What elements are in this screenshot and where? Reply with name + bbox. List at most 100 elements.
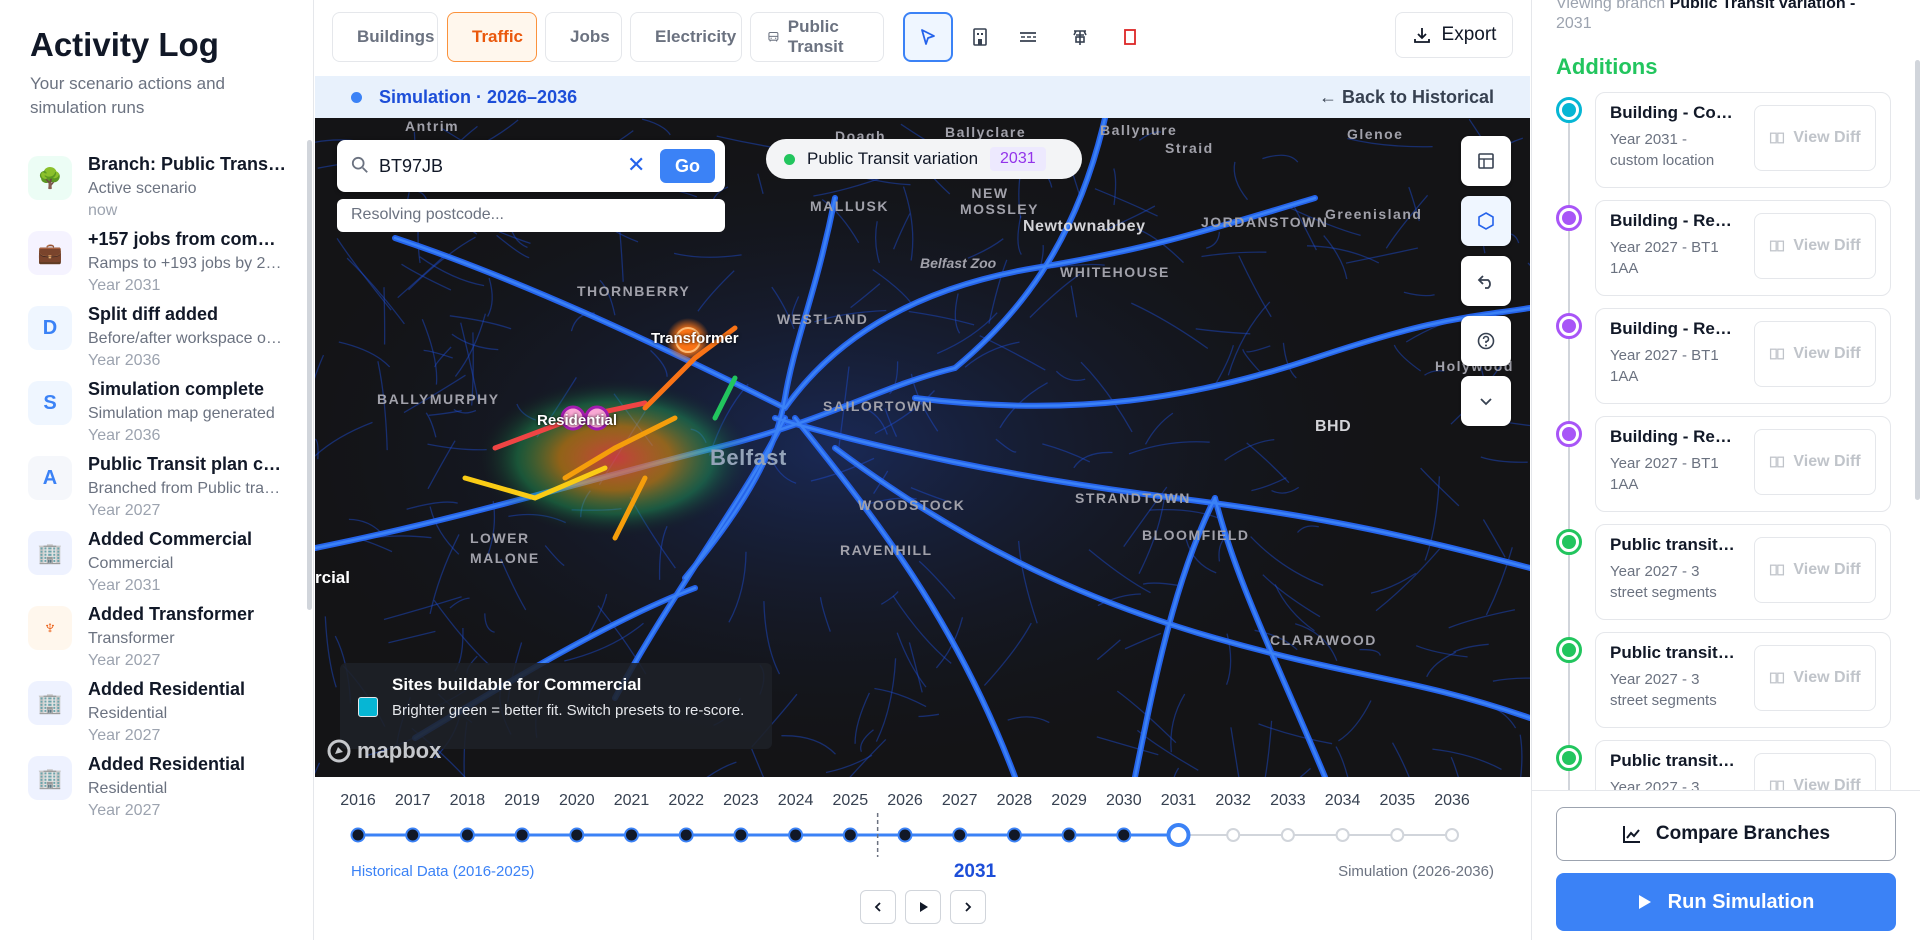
addition-card[interactable]: Building - Residential Year 2027 - BT1 1A… xyxy=(1595,416,1891,512)
play-button[interactable] xyxy=(905,890,941,924)
road-tool[interactable] xyxy=(1003,12,1053,62)
map-place-label: Antrim xyxy=(405,118,460,134)
activity-log-item-time: now xyxy=(88,202,118,219)
activity-log-item-desc: Branched from Public transit xyxy=(88,480,288,497)
delete-tool[interactable] xyxy=(1105,12,1155,62)
undo-map-button[interactable] xyxy=(1461,256,1511,306)
select-tool[interactable] xyxy=(903,12,953,62)
letter-d-icon: D xyxy=(28,306,72,350)
addition-card[interactable]: Building - Commercial Year 2031 - custom … xyxy=(1595,92,1891,188)
postcode-search-input[interactable] xyxy=(379,150,619,182)
main-area: Buildings Traffic Jobs Electricity Public Tr… xyxy=(315,0,1530,940)
timeline-year-dot[interactable] xyxy=(733,827,749,843)
timeline-year-dot[interactable] xyxy=(1116,827,1132,843)
view-diff-label: View Diff xyxy=(1793,453,1861,470)
timeline-year-dot[interactable] xyxy=(897,827,913,843)
view-diff-button[interactable]: View Diff xyxy=(1754,321,1876,387)
building-icon xyxy=(973,28,987,46)
activity-log-item-title: Added Residential xyxy=(88,679,246,699)
mapbox-logo[interactable]: mapbox xyxy=(327,738,441,764)
activity-log-item-desc: Simulation map generated xyxy=(88,405,275,422)
view-diff-button[interactable]: View Diff xyxy=(1754,537,1876,603)
addition-card[interactable]: Public transit route Year 2027 - 3 street… xyxy=(1595,632,1891,728)
map-place-label: Belfast xyxy=(710,445,787,470)
split-icon xyxy=(1770,456,1785,468)
map-view[interactable]: Antrim Doagh Ballyclare Ballynure Straid Glen… xyxy=(315,118,1530,777)
timeline-year-dot[interactable] xyxy=(514,827,530,843)
tab-traffic[interactable]: Traffic xyxy=(447,12,537,62)
tab-electricity[interactable]: Electricity xyxy=(630,12,742,62)
addition-dot-fill xyxy=(1562,751,1576,765)
timeline-year-dot[interactable] xyxy=(1061,827,1077,843)
map-legend: Sites buildable for Commercial Brighter … xyxy=(340,663,772,749)
chevron-down-icon xyxy=(1480,398,1492,406)
current-year-label: 2031 xyxy=(953,861,997,882)
office-building-icon: 🏢 xyxy=(28,531,72,575)
sidebar-scrollbar[interactable] xyxy=(307,140,312,610)
timeline-year-dot[interactable] xyxy=(788,827,804,843)
timeline-year-dot[interactable] xyxy=(1335,828,1350,842)
panel-scrollbar[interactable] xyxy=(1915,60,1920,500)
previous-year-button[interactable] xyxy=(860,890,896,924)
addition-timeline-dot xyxy=(1556,97,1582,123)
year-timeline: 2016 2017 2018 2019 2020 2021 2022 2023 2024 2025… xyxy=(315,777,1530,940)
timeline-current-handle[interactable] xyxy=(1166,823,1191,847)
tab-buildings[interactable]: Buildings xyxy=(332,12,438,62)
addition-desc: Year 2027 - BT1 1AA xyxy=(1610,239,1719,277)
help-map-button[interactable] xyxy=(1461,316,1511,366)
run-simulation-button[interactable]: Run Simulation xyxy=(1556,873,1896,931)
legend-swatch xyxy=(358,697,378,717)
activity-log-item-time: Year 2027 xyxy=(88,802,161,819)
transformer-tool[interactable] xyxy=(1055,12,1105,62)
timeline-year-dot[interactable] xyxy=(952,827,968,843)
table-map-button[interactable] xyxy=(1461,136,1511,186)
timeline-year-dot[interactable] xyxy=(569,827,585,843)
activity-log-item-title: Added Residential xyxy=(88,754,246,774)
activity-log-item-title: Simulation complete xyxy=(88,379,265,399)
timeline-year-dot[interactable] xyxy=(1226,828,1241,842)
timeline-year-dot[interactable] xyxy=(1445,828,1459,842)
activity-log-item-title: Added Transformer xyxy=(88,604,255,624)
map-place-label: Ballynure xyxy=(1100,122,1178,138)
map-place-label: CLARAWOOD xyxy=(1270,632,1377,648)
map-place-label: Ballyclare xyxy=(945,124,1027,140)
map-place-label: BLOOMFIELD xyxy=(1142,527,1250,543)
map-place-label: JORDANSTOWN xyxy=(1201,214,1329,230)
view-diff-label: View Diff xyxy=(1793,561,1861,578)
viewing-prefix: Viewing branch xyxy=(1556,0,1666,12)
next-year-button[interactable] xyxy=(950,890,986,924)
export-button[interactable]: Export xyxy=(1395,12,1513,58)
timeline-year-dot[interactable] xyxy=(1280,828,1295,842)
hexagon-map-button[interactable] xyxy=(1461,196,1511,246)
view-diff-button[interactable]: View Diff xyxy=(1754,645,1876,711)
timeline-year-dot[interactable] xyxy=(842,827,858,843)
tab-public-transit[interactable]: Public Transit xyxy=(750,12,884,62)
go-button[interactable]: Go xyxy=(660,149,715,183)
clear-search-button[interactable]: ✕ xyxy=(627,152,645,178)
view-diff-button[interactable]: View Diff xyxy=(1754,213,1876,279)
run-simulation-label: Run Simulation xyxy=(1667,890,1815,913)
tab-label: Buildings xyxy=(357,27,435,46)
addition-card[interactable]: Building - Residential Year 2027 - BT1 1A… xyxy=(1595,200,1891,296)
timeline-year-dot[interactable] xyxy=(1006,827,1022,843)
addition-card[interactable]: Public transit route Year 2027 - 3 street… xyxy=(1595,524,1891,620)
view-diff-button[interactable]: View Diff xyxy=(1754,429,1876,495)
hexagon-icon xyxy=(1478,212,1494,230)
timeline-year-dot[interactable] xyxy=(459,827,475,843)
addition-desc: Year 2027 - 3 street segments xyxy=(1610,563,1717,601)
view-diff-button[interactable]: View Diff xyxy=(1754,105,1876,171)
timeline-year-dot[interactable] xyxy=(350,827,366,843)
chevron-down-map-button[interactable] xyxy=(1461,376,1511,426)
addition-card[interactable]: Building - Residential Year 2027 - BT1 1A… xyxy=(1595,308,1891,404)
timeline-year-dot[interactable] xyxy=(624,827,639,843)
timeline-year-dot[interactable] xyxy=(405,827,421,843)
letter-a-icon: A xyxy=(28,456,72,500)
map-place-label: MALLUSK xyxy=(810,198,889,214)
timeline-year-dot[interactable] xyxy=(678,827,694,843)
back-to-historical-link[interactable]: ← Back to Historical xyxy=(1319,87,1494,108)
timeline-year-dot[interactable] xyxy=(1390,828,1405,842)
activity-log-item[interactable]: 🏢 Added Residential Residential Year 2027 xyxy=(0,750,310,842)
compare-branches-button[interactable]: Compare Branches xyxy=(1556,807,1896,861)
building-tool[interactable] xyxy=(955,12,1005,62)
tab-jobs[interactable]: Jobs xyxy=(545,12,622,62)
